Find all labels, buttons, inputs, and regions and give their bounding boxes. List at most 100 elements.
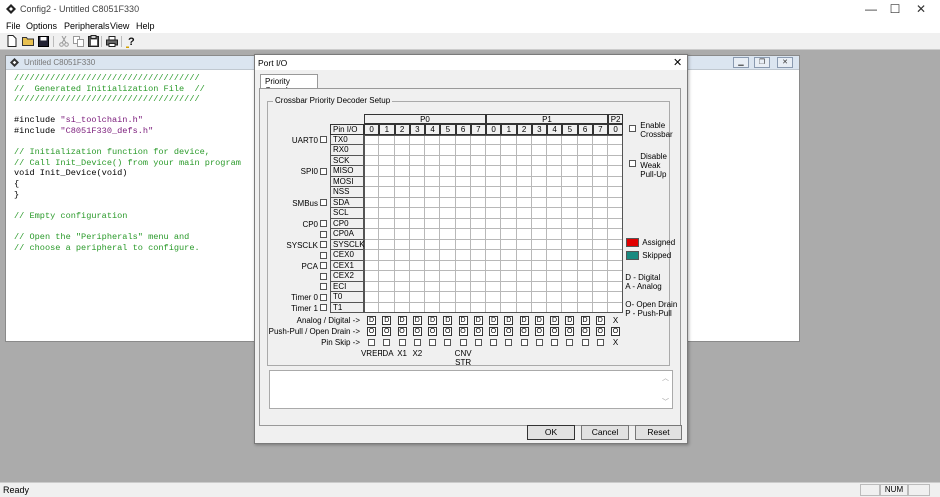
crossbar-cell[interactable] bbox=[409, 229, 425, 240]
crossbar-cell[interactable] bbox=[470, 271, 486, 282]
crossbar-cell[interactable] bbox=[577, 281, 593, 292]
crossbar-cell[interactable] bbox=[562, 134, 578, 145]
crossbar-cell[interactable] bbox=[592, 250, 608, 261]
crossbar-cell[interactable] bbox=[440, 208, 456, 219]
crossbar-cell[interactable] bbox=[409, 302, 425, 313]
pin-skip-checkbox[interactable] bbox=[535, 339, 543, 346]
crossbar-cell[interactable] bbox=[608, 176, 624, 187]
crossbar-cell[interactable] bbox=[364, 292, 380, 303]
crossbar-cell[interactable] bbox=[592, 302, 608, 313]
crossbar-cell[interactable] bbox=[592, 260, 608, 271]
crossbar-cell[interactable] bbox=[608, 281, 624, 292]
crossbar-cell[interactable] bbox=[562, 281, 578, 292]
pin-mode-box[interactable]: D bbox=[534, 316, 544, 325]
crossbar-cell[interactable] bbox=[608, 166, 624, 177]
crossbar-cell[interactable] bbox=[516, 208, 532, 219]
crossbar-cell[interactable] bbox=[455, 292, 471, 303]
cut-icon[interactable] bbox=[57, 34, 71, 48]
pin-skip-checkbox[interactable] bbox=[368, 339, 375, 346]
paste-icon[interactable] bbox=[86, 34, 100, 48]
pin-mode-box[interactable]: O bbox=[367, 327, 376, 336]
crossbar-cell[interactable] bbox=[486, 155, 502, 166]
crossbar-cell[interactable] bbox=[562, 166, 578, 177]
crossbar-cell[interactable] bbox=[547, 250, 563, 261]
pin-mode-box[interactable]: O bbox=[489, 327, 498, 336]
crossbar-cell[interactable] bbox=[592, 218, 608, 229]
crossbar-cell[interactable] bbox=[364, 166, 380, 177]
crossbar-cell[interactable] bbox=[425, 250, 441, 261]
crossbar-cell[interactable] bbox=[577, 197, 593, 208]
crossbar-cell[interactable] bbox=[470, 239, 486, 250]
crossbar-cell[interactable] bbox=[547, 197, 563, 208]
crossbar-cell[interactable] bbox=[486, 187, 502, 198]
crossbar-cell[interactable] bbox=[562, 208, 578, 219]
crossbar-cell[interactable] bbox=[425, 229, 441, 240]
crossbar-cell[interactable] bbox=[608, 239, 624, 250]
signal-checkbox[interactable] bbox=[320, 251, 327, 259]
crossbar-cell[interactable] bbox=[531, 239, 547, 250]
reset-button[interactable]: Reset bbox=[635, 425, 682, 440]
crossbar-cell[interactable] bbox=[379, 281, 395, 292]
dialog-close-button[interactable]: ✕ bbox=[673, 56, 682, 69]
crossbar-cell[interactable] bbox=[364, 229, 380, 240]
pin-mode-box[interactable]: D bbox=[473, 316, 483, 325]
crossbar-cell[interactable] bbox=[592, 134, 608, 145]
pin-skip-checkbox[interactable] bbox=[444, 339, 452, 346]
crossbar-cell[interactable] bbox=[409, 292, 425, 303]
open-folder-icon[interactable] bbox=[21, 34, 35, 48]
crossbar-cell[interactable] bbox=[470, 155, 486, 166]
crossbar-cell[interactable] bbox=[531, 271, 547, 282]
crossbar-cell[interactable] bbox=[531, 187, 547, 198]
crossbar-cell[interactable] bbox=[531, 302, 547, 313]
peripheral-checkbox[interactable] bbox=[320, 293, 327, 301]
crossbar-cell[interactable] bbox=[486, 218, 502, 229]
pin-mode-box[interactable]: D bbox=[565, 316, 575, 325]
crossbar-cell[interactable] bbox=[425, 208, 441, 219]
crossbar-cell[interactable] bbox=[577, 239, 593, 250]
crossbar-cell[interactable] bbox=[379, 187, 395, 198]
pin-mode-box[interactable]: D bbox=[580, 316, 590, 325]
crossbar-cell[interactable] bbox=[531, 292, 547, 303]
crossbar-cell[interactable] bbox=[394, 145, 410, 156]
pin-skip-checkbox[interactable] bbox=[490, 339, 497, 346]
crossbar-cell[interactable] bbox=[409, 281, 425, 292]
crossbar-cell[interactable] bbox=[577, 134, 593, 145]
crossbar-cell[interactable] bbox=[394, 292, 410, 303]
crossbar-cell[interactable] bbox=[440, 134, 456, 145]
editor-restore-button[interactable]: ❐ bbox=[754, 57, 770, 68]
crossbar-cell[interactable] bbox=[379, 155, 395, 166]
crossbar-cell[interactable] bbox=[562, 229, 578, 240]
tab-priority-crossbar[interactable]: Priority Crossbar bbox=[260, 74, 318, 95]
crossbar-cell[interactable] bbox=[577, 187, 593, 198]
crossbar-cell[interactable] bbox=[531, 229, 547, 240]
crossbar-cell[interactable] bbox=[440, 145, 456, 156]
crossbar-cell[interactable] bbox=[562, 155, 578, 166]
crossbar-cell[interactable] bbox=[577, 155, 593, 166]
crossbar-cell[interactable] bbox=[394, 239, 410, 250]
crossbar-cell[interactable] bbox=[592, 208, 608, 219]
crossbar-cell[interactable] bbox=[425, 292, 441, 303]
crossbar-cell[interactable] bbox=[440, 166, 456, 177]
crossbar-cell[interactable] bbox=[455, 166, 471, 177]
crossbar-cell[interactable] bbox=[425, 145, 441, 156]
crossbar-cell[interactable] bbox=[409, 145, 425, 156]
crossbar-cell[interactable] bbox=[470, 145, 486, 156]
crossbar-cell[interactable] bbox=[486, 197, 502, 208]
crossbar-cell[interactable] bbox=[592, 197, 608, 208]
crossbar-cell[interactable] bbox=[470, 134, 486, 145]
pin-mode-box[interactable]: D bbox=[504, 316, 514, 325]
crossbar-cell[interactable] bbox=[516, 281, 532, 292]
crossbar-cell[interactable] bbox=[531, 260, 547, 271]
ok-button[interactable]: OK bbox=[527, 425, 575, 440]
crossbar-cell[interactable] bbox=[547, 166, 563, 177]
crossbar-cell[interactable] bbox=[364, 208, 380, 219]
enable-crossbar-checkbox[interactable] bbox=[629, 125, 637, 132]
crossbar-cell[interactable] bbox=[547, 145, 563, 156]
crossbar-cell[interactable] bbox=[409, 271, 425, 282]
crossbar-cell[interactable] bbox=[501, 292, 517, 303]
crossbar-cell[interactable] bbox=[409, 134, 425, 145]
crossbar-cell[interactable] bbox=[379, 229, 395, 240]
crossbar-cell[interactable] bbox=[379, 292, 395, 303]
crossbar-cell[interactable] bbox=[486, 292, 502, 303]
crossbar-cell[interactable] bbox=[516, 197, 532, 208]
